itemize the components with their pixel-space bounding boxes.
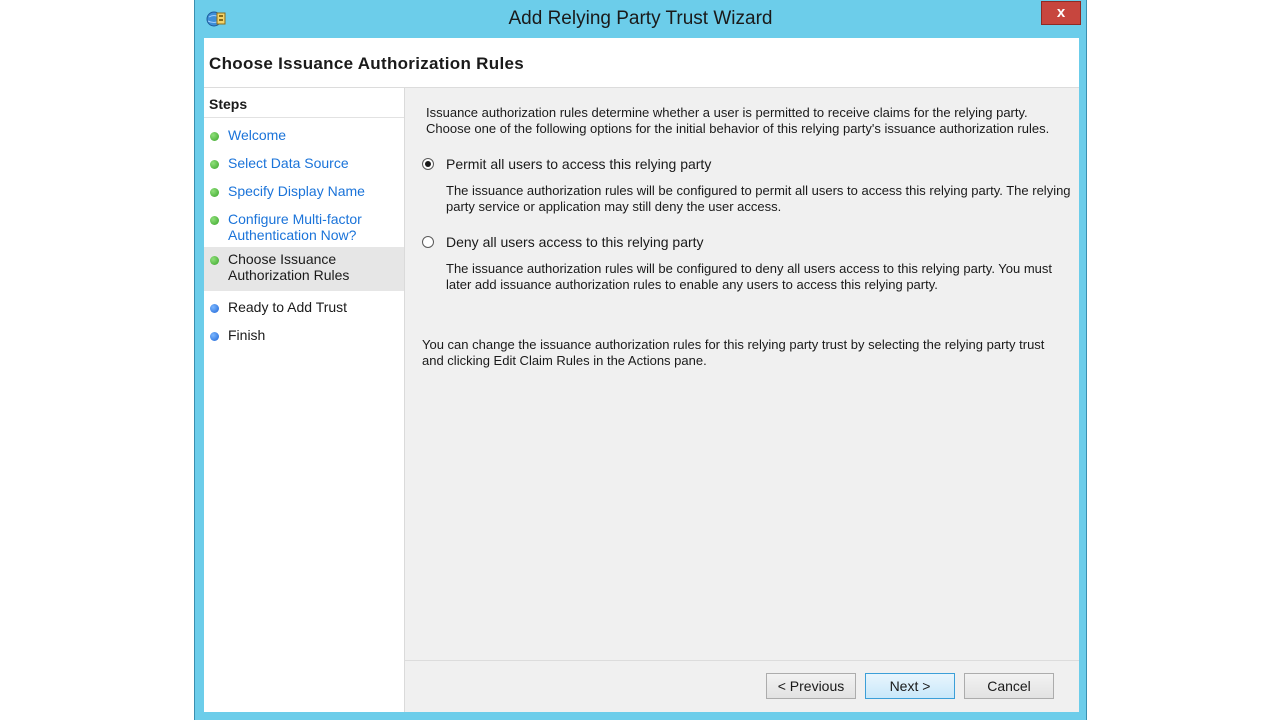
deny-all-users-option[interactable]: Deny all users access to this relying pa… (422, 234, 722, 252)
close-button[interactable]: x (1041, 1, 1081, 25)
step-welcome[interactable]: Welcome (204, 123, 404, 145)
step-label-line1[interactable]: Configure Multi-factor (228, 211, 398, 227)
description-line: party service or application may still d… (446, 199, 782, 214)
cancel-button[interactable]: Cancel (964, 673, 1054, 699)
intro-line: Choose one of the following options for … (426, 121, 1050, 136)
blue-dot-icon (210, 332, 219, 341)
step-specify-display-name[interactable]: Specify Display Name (204, 179, 404, 201)
note-line: You can change the issuance authorizatio… (422, 337, 1045, 352)
page-header: Choose Issuance Authorization Rules (204, 38, 1079, 88)
option-label[interactable]: Permit all users to access this relying … (446, 156, 711, 172)
step-label[interactable]: Select Data Source (228, 155, 398, 171)
wizard-window: Add Relying Party Trust Wizard x Choose … (194, 0, 1087, 720)
permit-all-users-option[interactable]: Permit all users to access this relying … (422, 156, 722, 174)
green-dot-icon (210, 216, 219, 225)
step-label-line2: Authorization Rules (228, 267, 350, 283)
description-line: The issuance authorization rules will be… (446, 183, 1071, 198)
content-pane: Issuance authorization rules determine w… (405, 88, 1079, 660)
description-line: later add issuance authorization rules t… (446, 277, 938, 292)
steps-panel: Steps Welcome Select Data Source Specify… (204, 88, 405, 712)
step-select-data-source[interactable]: Select Data Source (204, 151, 404, 173)
green-dot-icon (210, 160, 219, 169)
radio-button-unchecked[interactable] (422, 236, 434, 248)
steps-title: Steps (209, 96, 248, 112)
next-button[interactable]: Next > (865, 673, 955, 699)
permit-option-description: The issuance authorization rules will be… (446, 183, 1071, 215)
step-label[interactable]: Welcome (228, 127, 398, 143)
option-label[interactable]: Deny all users access to this relying pa… (446, 234, 704, 250)
intro-line: Issuance authorization rules determine w… (426, 105, 1028, 120)
steps-divider (204, 117, 404, 118)
step-label: Ready to Add Trust (228, 299, 348, 315)
radio-button-checked[interactable] (422, 158, 434, 170)
button-bar: < Previous Next > Cancel (405, 660, 1079, 712)
change-rules-note: You can change the issuance authorizatio… (422, 337, 1067, 369)
step-label[interactable]: Specify Display Name (228, 183, 398, 199)
green-dot-icon (210, 132, 219, 141)
page-title: Choose Issuance Authorization Rules (209, 54, 524, 73)
deny-option-description: The issuance authorization rules will be… (446, 261, 1071, 293)
previous-button[interactable]: < Previous (766, 673, 856, 699)
description-line: The issuance authorization rules will be… (446, 261, 1053, 276)
step-label-line2[interactable]: Authentication Now? (228, 227, 398, 243)
blue-dot-icon (210, 304, 219, 313)
title-bar[interactable]: Add Relying Party Trust Wizard x (195, 0, 1086, 38)
step-choose-issuance-rules: Choose Issuance Authorization Rules (204, 247, 404, 291)
window-title: Add Relying Party Trust Wizard (508, 8, 773, 29)
step-label: Finish (228, 327, 266, 343)
step-finish: Finish (204, 323, 404, 345)
note-line: and clicking Edit Claim Rules in the Act… (422, 353, 707, 368)
green-dot-icon (210, 188, 219, 197)
step-label-line1: Choose Issuance (228, 251, 337, 267)
step-ready-to-add-trust: Ready to Add Trust (204, 295, 404, 317)
green-dot-icon (210, 256, 219, 265)
intro-text: Issuance authorization rules determine w… (426, 105, 1071, 137)
step-configure-mfa[interactable]: Configure Multi-factor Authentication No… (204, 207, 404, 243)
wizard-client-area: Choose Issuance Authorization Rules Step… (204, 38, 1079, 712)
